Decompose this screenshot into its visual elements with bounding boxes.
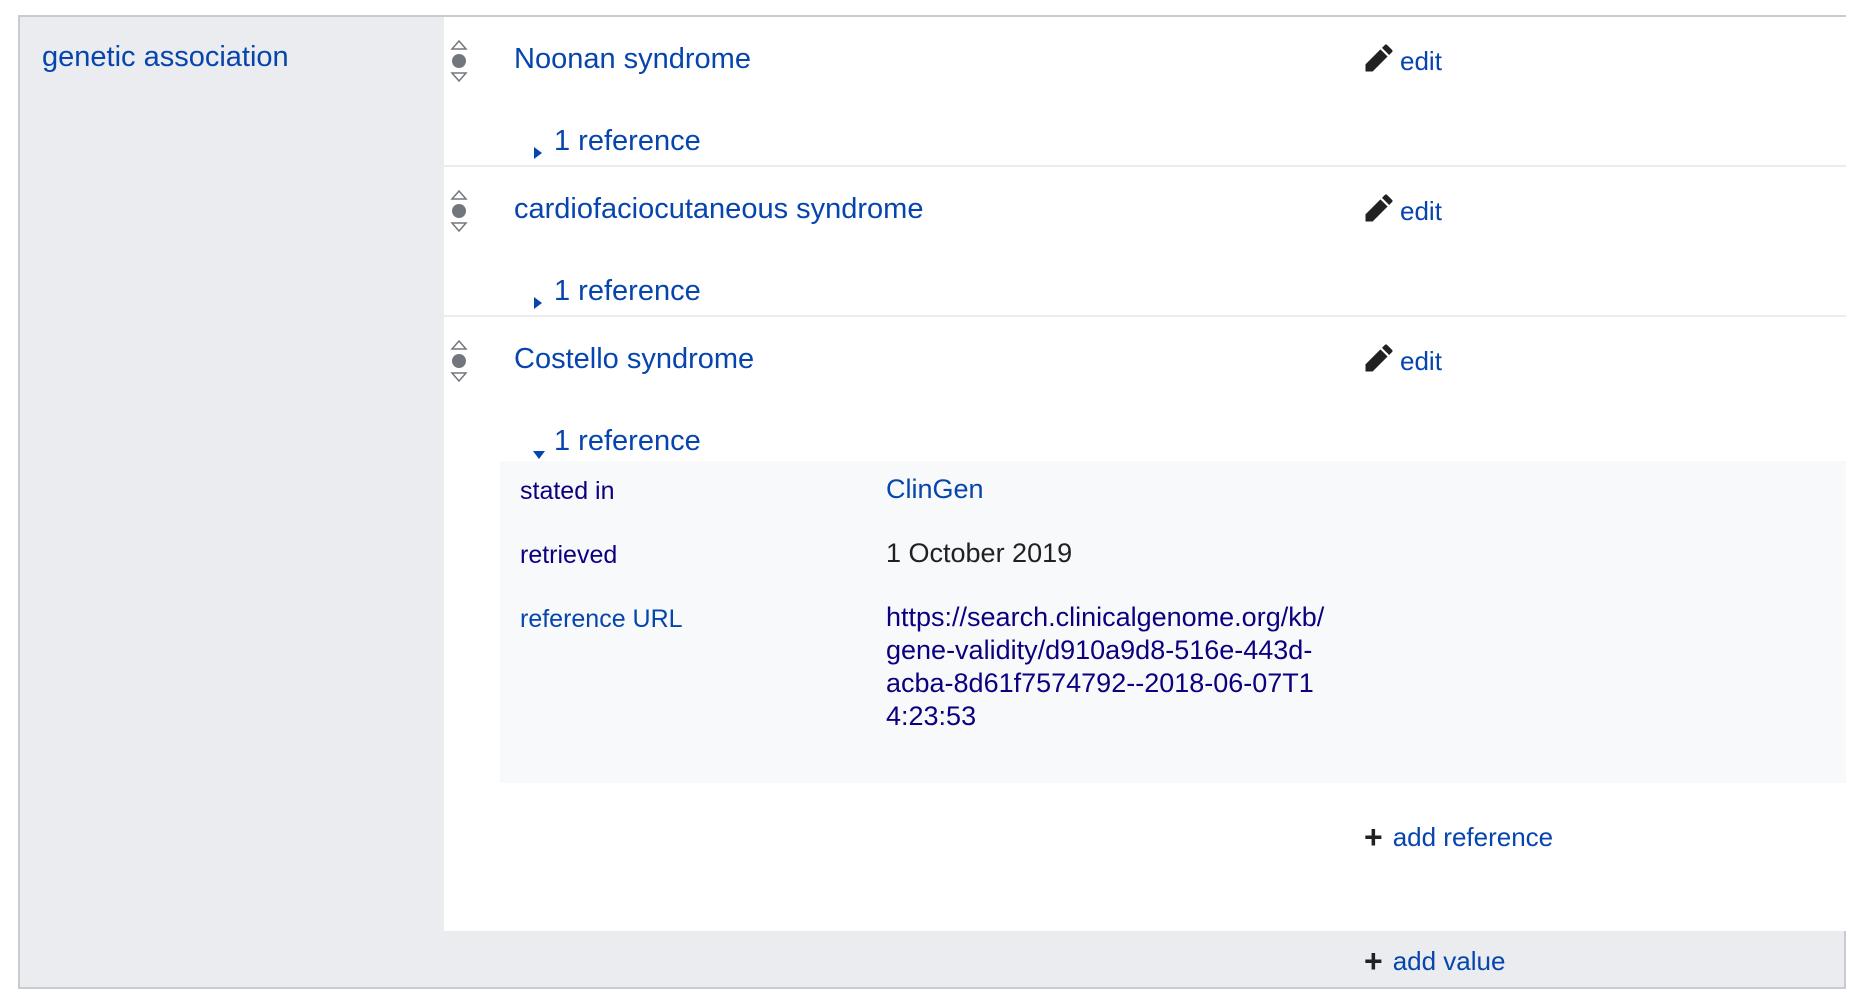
references-toggle[interactable]: 1 reference <box>532 275 701 309</box>
references-count: 1 reference <box>554 125 701 157</box>
rank-normal-icon[interactable] <box>450 339 468 383</box>
add-reference-label: add reference <box>1392 821 1554 852</box>
statement-costello: Costello syndrome edit 1 reference state… <box>444 315 1846 931</box>
plus-icon: + <box>1364 943 1383 979</box>
pencil-icon <box>1364 193 1394 230</box>
triangle-down-icon <box>532 435 545 459</box>
edit-button[interactable]: edit <box>1364 43 1442 80</box>
statement-list: Noonan syndrome edit 1 reference cardiof… <box>444 17 1846 931</box>
edit-button[interactable]: edit <box>1364 193 1442 230</box>
references-toggle[interactable]: 1 reference <box>532 125 701 159</box>
pencil-icon <box>1364 343 1394 380</box>
statement-value-link[interactable]: Noonan syndrome <box>514 43 751 76</box>
rank-normal-icon[interactable] <box>450 39 468 83</box>
reference-property-stated-in[interactable]: stated in <box>520 477 615 506</box>
edit-label: edit <box>1400 46 1442 76</box>
edit-label: edit <box>1400 196 1442 226</box>
rank-normal-icon[interactable] <box>450 189 468 233</box>
reference-value-date: 1 October 2019 <box>886 538 1073 568</box>
add-reference-button[interactable]: + add reference <box>1364 821 1553 853</box>
reference-property-retrieved[interactable]: retrieved <box>520 541 617 570</box>
references-toggle[interactable]: 1 reference <box>532 425 701 459</box>
reference-value-clingen[interactable]: ClinGen <box>886 473 984 506</box>
triangle-right-icon <box>532 285 544 309</box>
statement-value-link[interactable]: Costello syndrome <box>514 343 754 376</box>
statement-value-link[interactable]: cardiofaciocutaneous syndrome <box>514 193 923 226</box>
edit-label: edit <box>1400 346 1442 376</box>
statement-noonan: Noonan syndrome edit 1 reference <box>444 17 1846 165</box>
add-value-label: add value <box>1392 945 1506 976</box>
add-value-button[interactable]: + add value <box>1364 945 1505 977</box>
reference-property-url[interactable]: reference URL <box>520 605 683 634</box>
edit-button[interactable]: edit <box>1364 343 1442 380</box>
reference-block: stated in ClinGen retrieved 1 October 20… <box>500 461 1846 783</box>
plus-icon: + <box>1364 819 1383 855</box>
references-count: 1 reference <box>554 425 701 457</box>
pencil-icon <box>1364 43 1394 80</box>
statement-group: genetic association Noonan syndrome edit… <box>18 15 1846 989</box>
references-count: 1 reference <box>554 275 701 307</box>
triangle-right-icon <box>532 135 544 159</box>
reference-value-url[interactable]: https://search.clinicalgenome.org/kb/gen… <box>886 601 1326 733</box>
property-label[interactable]: genetic association <box>42 41 289 74</box>
statement-cardiofaciocutaneous: cardiofaciocutaneous syndrome edit 1 ref… <box>444 165 1846 315</box>
